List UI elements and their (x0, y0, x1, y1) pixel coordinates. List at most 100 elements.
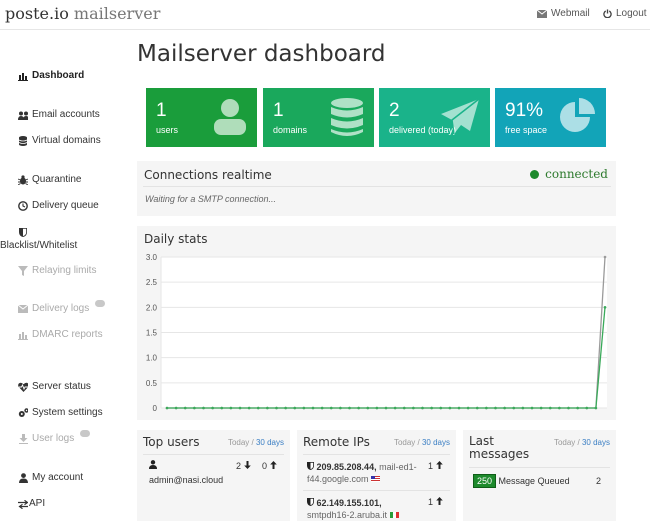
sidebar-item-email-accounts[interactable]: Email accounts (18, 109, 100, 120)
tile-number: 1 (156, 100, 167, 121)
data-point (421, 406, 424, 410)
tile-label: domains (273, 125, 308, 135)
message-count: 2 (596, 476, 602, 486)
up-count: 0 (262, 461, 268, 471)
user-icon (18, 473, 28, 483)
top-user-email[interactable]: admin@nasi.cloud (149, 475, 223, 485)
sidebar-item-quarantine[interactable]: Quarantine (18, 174, 81, 185)
database-icon (18, 136, 28, 146)
sidebar-label: Server status (32, 381, 91, 392)
remote-ip-row[interactable]: 62.149.155.101, smtpdh16-2.aruba.it (307, 497, 422, 521)
free-space-tile[interactable]: 91% free space (495, 88, 606, 147)
divider (143, 186, 611, 187)
sidebar-item-server-status[interactable]: Server status (18, 381, 91, 392)
today-option[interactable]: Today (228, 438, 249, 447)
data-point (220, 406, 224, 410)
divider (143, 454, 284, 455)
data-point (202, 406, 205, 410)
data-point (339, 406, 342, 410)
sidebar-label: User logs (32, 433, 75, 444)
data-point (539, 406, 543, 410)
data-point (193, 406, 196, 410)
data-point (603, 306, 607, 309)
data-point (357, 406, 360, 410)
sidebar-item-delivery-queue[interactable]: Delivery queue (18, 200, 99, 211)
us-flag-icon (371, 476, 381, 482)
period-selector: Today / 30 days (394, 438, 450, 447)
sidebar-item-delivery-logs[interactable]: Delivery logs (18, 300, 106, 314)
down-count: 2 (236, 461, 242, 471)
tile-number: 1 (273, 100, 284, 121)
separator: / (575, 438, 582, 447)
30-days-link[interactable]: 30 days (256, 438, 284, 447)
shield-icon (18, 227, 28, 237)
sidebar-item-system-settings[interactable]: System settings (18, 407, 103, 418)
users-tile[interactable]: 1 users (146, 88, 257, 147)
sidebar-item-dmarc-reports[interactable]: DMARC reports (18, 329, 103, 340)
status-dot-icon (530, 169, 540, 179)
data-point (183, 406, 187, 410)
tile-label: users (156, 125, 179, 135)
user-icon (213, 98, 247, 141)
today-option[interactable]: Today (394, 438, 415, 447)
ip-count: 1 (428, 497, 443, 507)
sidebar-label: Quarantine (32, 174, 82, 185)
data-point (576, 406, 579, 410)
data-point (485, 406, 488, 410)
bar-chart-icon (18, 330, 28, 340)
ip-address: 209.85.208.44, (316, 462, 377, 472)
data-point (548, 406, 552, 410)
brand-part2: mailserver (73, 4, 161, 23)
sidebar-label: Relaying limits (32, 265, 97, 276)
bug-icon (18, 175, 28, 185)
webmail-link[interactable]: Webmail (537, 8, 590, 19)
logout-label: Logout (616, 8, 647, 19)
sidebar-label: Delivery queue (32, 200, 99, 211)
30-days-link[interactable]: 30 days (422, 438, 450, 447)
status-label: connected (545, 167, 608, 181)
ip-address: 62.149.155.101, (316, 498, 382, 508)
sidebar-item-relaying-limits[interactable]: Relaying limits (18, 265, 96, 276)
data-point (512, 406, 516, 410)
data-point (384, 406, 388, 410)
power-icon (603, 9, 612, 18)
italy-flag-icon (389, 512, 399, 518)
logout-link[interactable]: Logout (603, 8, 647, 19)
delivered-tile[interactable]: 2 delivered (today) (379, 88, 490, 147)
30-days-link[interactable]: 30 days (582, 438, 610, 447)
sidebar-item-virtual-domains[interactable]: Virtual domains (18, 135, 101, 146)
sidebar-item-blacklist[interactable]: Blacklist/Whitelist (0, 226, 77, 251)
sidebar-label: System settings (32, 407, 103, 418)
domains-tile[interactable]: 1 domains (263, 88, 374, 147)
webmail-label: Webmail (551, 8, 590, 19)
brand-part1: poste.io (5, 4, 69, 23)
comment-icon (80, 430, 91, 437)
data-point (320, 406, 324, 410)
sidebar: Dashboard Email accounts Virtual domains… (0, 31, 130, 521)
y-tick-label: 2.5 (146, 278, 158, 287)
data-point (165, 406, 169, 410)
data-point (412, 406, 415, 410)
message-row[interactable]: 250 Message Queued (473, 474, 570, 488)
divider (469, 467, 610, 468)
sidebar-item-user-logs[interactable]: User logs (18, 430, 91, 444)
heartbeat-icon (18, 382, 28, 392)
data-point (585, 406, 589, 410)
sidebar-item-api[interactable]: API (18, 498, 45, 509)
comment-icon (95, 300, 106, 307)
today-option[interactable]: Today (554, 438, 575, 447)
connections-panel: Connections realtime connected Waiting f… (137, 161, 616, 216)
y-tick-label: 0 (153, 404, 158, 413)
data-point (329, 406, 333, 410)
sidebar-item-dashboard[interactable]: Dashboard (18, 70, 84, 81)
arrow-up-icon (435, 497, 443, 505)
sent-count: 0 (262, 461, 277, 471)
remote-ip-row[interactable]: 209.85.208.44, mail-ed1- f44.google.com (307, 461, 422, 485)
data-point (558, 406, 561, 410)
y-tick-label: 2.0 (146, 303, 158, 312)
last-messages-panel: Last messages Today / 30 days 250 Message… (463, 430, 616, 521)
brand-logo[interactable]: poste.io mailserver (5, 4, 160, 23)
data-point (366, 406, 370, 410)
sidebar-item-my-account[interactable]: My account (18, 472, 83, 483)
page-title: Mailserver dashboard (137, 41, 386, 67)
